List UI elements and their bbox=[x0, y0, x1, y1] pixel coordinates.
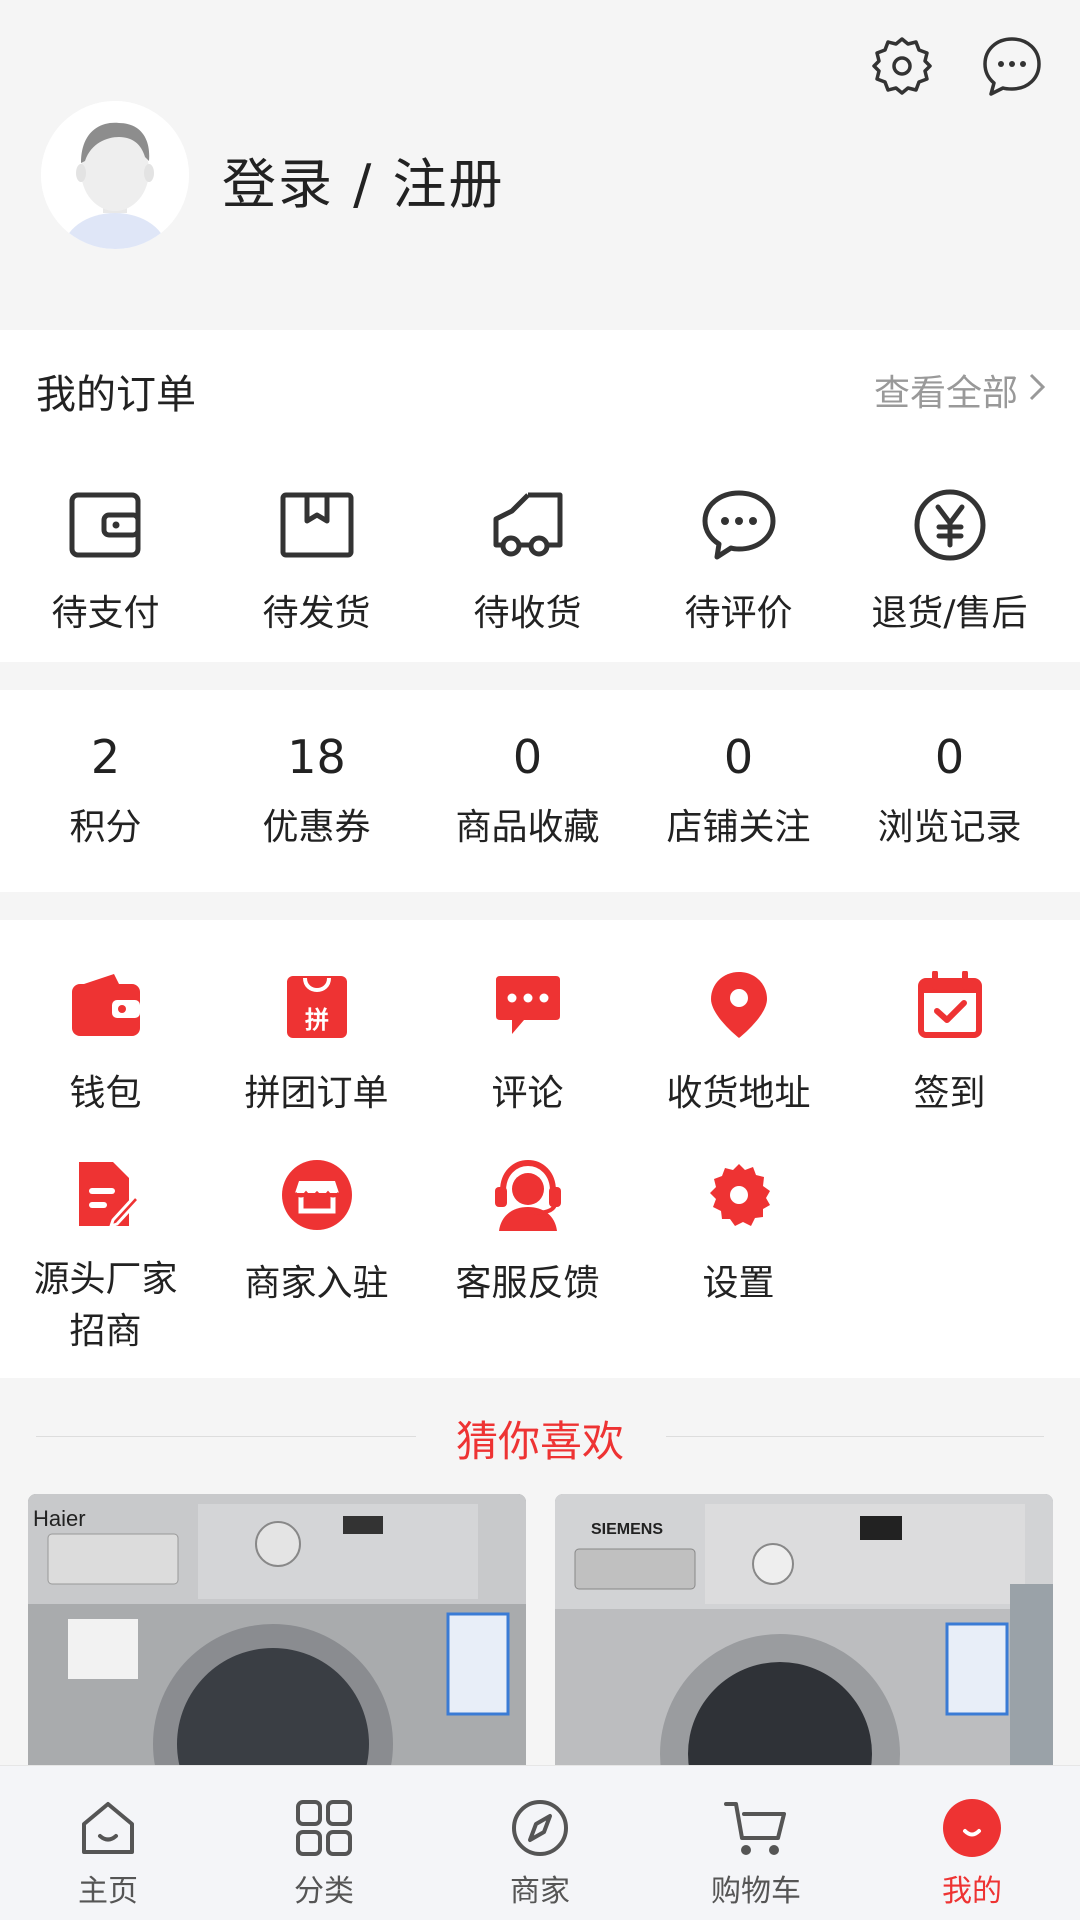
tool-label: 评论 bbox=[491, 1073, 564, 1114]
tool-factory-recruitment[interactable]: 源头厂家 招商 bbox=[0, 1150, 211, 1358]
product-brand: Haier bbox=[33, 1506, 86, 1531]
profile-icon bbox=[864, 1766, 1080, 1858]
washing-machine-photo: Haier bbox=[28, 1494, 526, 1774]
tool-label: 设置 bbox=[702, 1263, 775, 1304]
bottom-tab-bar: 主页 分类 商家 购物车 我的 bbox=[0, 1765, 1080, 1920]
box-icon bbox=[211, 480, 422, 570]
order-pending-review[interactable]: 待评价 bbox=[633, 480, 844, 636]
tab-profile[interactable]: 我的 bbox=[864, 1766, 1080, 1920]
tool-wallet[interactable]: 钱包 bbox=[0, 960, 211, 1116]
tool-group-buy-orders[interactable]: 拼 拼团订单 bbox=[211, 960, 422, 1116]
order-label: 待发货 bbox=[262, 593, 371, 634]
stat-coupons[interactable]: 18 优惠券 bbox=[211, 730, 422, 850]
stat-followed-shops[interactable]: 0 店铺关注 bbox=[633, 730, 844, 850]
stat-label: 浏览记录 bbox=[877, 807, 1022, 848]
comment-icon bbox=[633, 480, 844, 570]
profile-header: 登录 / 注册 bbox=[0, 0, 1080, 330]
tab-cart[interactable]: 购物车 bbox=[648, 1766, 864, 1920]
tool-comments[interactable]: 评论 bbox=[422, 960, 633, 1116]
order-refund-after-sales[interactable]: 退货/售后 bbox=[844, 480, 1055, 636]
tool-label: 拼团订单 bbox=[244, 1073, 389, 1114]
product-brand: SIEMENS bbox=[591, 1521, 663, 1538]
gear-icon[interactable] bbox=[870, 34, 934, 98]
home-icon bbox=[0, 1766, 216, 1858]
tool-customer-service[interactable]: 客服反馈 bbox=[422, 1150, 633, 1358]
tab-label: 主页 bbox=[78, 1874, 138, 1909]
tool-label-line1: 源头厂家 bbox=[33, 1259, 178, 1300]
tool-label: 收货地址 bbox=[666, 1073, 811, 1114]
stat-value: 0 bbox=[723, 730, 754, 784]
order-pending-payment[interactable]: 待支付 bbox=[0, 480, 211, 636]
stat-points[interactable]: 2 积分 bbox=[0, 730, 211, 850]
location-pin-icon bbox=[633, 960, 844, 1050]
order-label: 待支付 bbox=[51, 593, 160, 634]
order-pending-shipment[interactable]: 待发货 bbox=[211, 480, 422, 636]
order-label: 待评价 bbox=[684, 593, 793, 634]
order-label: 退货/售后 bbox=[871, 593, 1028, 634]
stat-value: 0 bbox=[512, 730, 543, 784]
tool-label: 源头厂家 招商 bbox=[0, 1254, 211, 1358]
my-orders-section: 我的订单 查看全部 待支付 待发货 待收货 待评价 退货/售后 bbox=[0, 330, 1080, 662]
storefront-icon bbox=[211, 1150, 422, 1240]
stat-history[interactable]: 0 浏览记录 bbox=[844, 730, 1055, 850]
tab-label: 分类 bbox=[294, 1874, 354, 1909]
calendar-check-icon bbox=[844, 960, 1055, 1050]
comment-icon bbox=[422, 960, 633, 1050]
stat-label: 商品收藏 bbox=[455, 807, 600, 848]
tab-label: 商家 bbox=[510, 1874, 570, 1909]
tool-merchant-join[interactable]: 商家入驻 bbox=[211, 1150, 422, 1358]
login-register-link[interactable]: 登录 / 注册 bbox=[222, 140, 505, 219]
stat-favorites[interactable]: 0 商品收藏 bbox=[422, 730, 633, 850]
stat-label: 店铺关注 bbox=[666, 807, 811, 848]
view-all-orders-link[interactable]: 查看全部 bbox=[874, 364, 1018, 416]
tool-label: 商家入驻 bbox=[244, 1263, 389, 1304]
tab-merchants[interactable]: 商家 bbox=[432, 1766, 648, 1920]
chat-bubble-icon[interactable] bbox=[980, 34, 1044, 98]
tab-label: 购物车 bbox=[711, 1874, 801, 1909]
tool-settings[interactable]: 设置 bbox=[633, 1150, 844, 1358]
stat-value: 2 bbox=[90, 730, 121, 784]
chevron-right-icon[interactable] bbox=[1028, 372, 1046, 406]
user-stats-section: 2 积分 18 优惠券 0 商品收藏 0 店铺关注 0 浏览记录 bbox=[0, 690, 1080, 892]
tool-label: 签到 bbox=[913, 1073, 986, 1114]
wallet-icon bbox=[0, 480, 211, 570]
avatar[interactable] bbox=[41, 101, 189, 249]
product-card[interactable]: Haier bbox=[28, 1494, 526, 1774]
section-title: 猜你喜欢 bbox=[455, 1417, 624, 1466]
washing-machine-photo: SIEMENS bbox=[555, 1494, 1053, 1774]
group-buy-bag-icon: 拼 bbox=[211, 960, 422, 1050]
tab-home[interactable]: 主页 bbox=[0, 1766, 216, 1920]
tool-shipping-address[interactable]: 收货地址 bbox=[633, 960, 844, 1116]
gear-icon bbox=[633, 1150, 844, 1240]
section-title: 我的订单 bbox=[36, 372, 196, 418]
stat-label: 优惠券 bbox=[262, 807, 371, 848]
tool-label: 客服反馈 bbox=[455, 1263, 600, 1304]
tool-label-line2: 招商 bbox=[69, 1311, 142, 1352]
tool-check-in[interactable]: 签到 bbox=[844, 960, 1055, 1116]
grid-icon bbox=[216, 1766, 432, 1858]
group-buy-badge: 拼 bbox=[305, 1006, 329, 1034]
compass-icon bbox=[432, 1766, 648, 1858]
truck-icon bbox=[422, 480, 633, 570]
stat-value: 0 bbox=[934, 730, 965, 784]
wallet-icon bbox=[0, 960, 211, 1050]
product-card[interactable]: SIEMENS bbox=[555, 1494, 1053, 1774]
order-label: 待收货 bbox=[473, 593, 582, 634]
yen-icon bbox=[844, 480, 1055, 570]
stat-label: 积分 bbox=[69, 807, 142, 848]
tab-categories[interactable]: 分类 bbox=[216, 1766, 432, 1920]
tab-label: 我的 bbox=[942, 1874, 1002, 1909]
document-edit-icon bbox=[0, 1150, 211, 1240]
stat-value: 18 bbox=[287, 730, 346, 784]
customer-service-icon bbox=[422, 1150, 633, 1240]
tool-label: 钱包 bbox=[69, 1073, 142, 1114]
tools-section: 钱包 拼 拼团订单 评论 收货地址 签到 源头厂家 招商 商家入驻 客服反馈 设… bbox=[0, 920, 1080, 1378]
order-pending-receipt[interactable]: 待收货 bbox=[422, 480, 633, 636]
cart-icon bbox=[648, 1766, 864, 1858]
